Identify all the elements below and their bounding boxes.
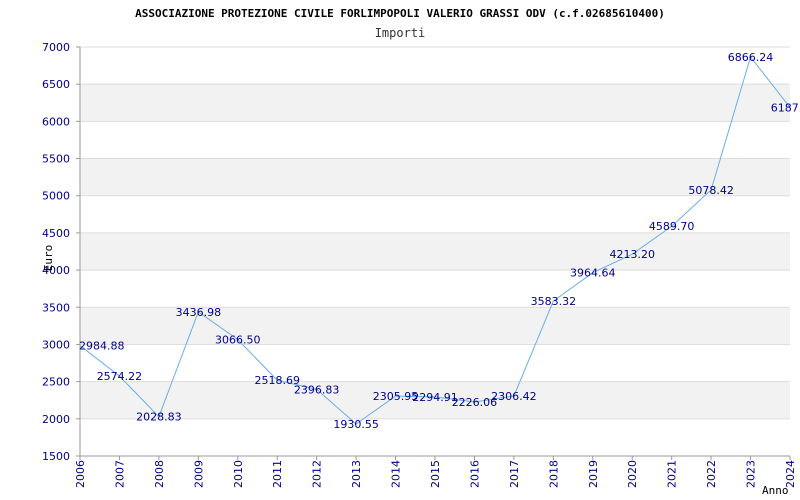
y-tick-label: 4500: [42, 227, 70, 240]
chart-subtitle: Importi: [375, 26, 426, 40]
x-tick-label: 2019: [587, 460, 600, 488]
x-tick-label: 2020: [626, 460, 639, 488]
x-tick-label: 2015: [429, 460, 442, 488]
data-label: 2574.22: [97, 370, 143, 383]
y-tick-label: 1500: [42, 450, 70, 463]
data-label: 2306.42: [491, 390, 537, 403]
x-tick-label: 2018: [547, 460, 560, 488]
grid-band: [80, 232, 790, 271]
x-tick-label: 2021: [666, 460, 679, 488]
x-tick-label: 2016: [468, 460, 481, 488]
y-tick-label: 2500: [42, 376, 70, 389]
data-label: 6187.0: [771, 101, 800, 114]
y-tick-label: 7000: [42, 41, 70, 54]
data-label: 4589.70: [649, 220, 695, 233]
x-tick-label: 2012: [311, 460, 324, 488]
y-tick-label: 3000: [42, 338, 70, 351]
data-label: 4213.20: [609, 248, 655, 261]
x-axis-label: Anno: [762, 484, 789, 497]
x-tick-label: 2017: [508, 460, 521, 488]
y-tick-label: 5000: [42, 190, 70, 203]
data-label: 3066.50: [215, 334, 261, 347]
data-label: 3964.64: [570, 267, 616, 280]
y-axis-label: Euro: [42, 245, 55, 272]
data-label: 5078.42: [688, 184, 734, 197]
y-tick-label: 5500: [42, 153, 70, 166]
y-tick-label: 6000: [42, 115, 70, 128]
x-tick-label: 2023: [745, 460, 758, 488]
x-tick-label: 2006: [74, 460, 87, 488]
x-tick-label: 2010: [232, 460, 245, 488]
grid-band: [80, 84, 790, 122]
x-tick-label: 2008: [153, 460, 166, 488]
data-label: 2396.83: [294, 383, 340, 396]
x-axis-ticks: 2006 2007 2008 2009 2010 2011 2012 2013 2014 2015…: [74, 456, 797, 488]
y-tick-label: 3500: [42, 301, 70, 314]
data-label: 2984.88: [79, 340, 125, 353]
x-tick-label: 2011: [271, 460, 284, 488]
grid-band: [80, 158, 790, 196]
data-label: 3436.98: [176, 306, 222, 319]
y-tick-label: 2000: [42, 413, 70, 426]
data-label: 6866.24: [728, 51, 774, 64]
x-tick-label: 2007: [113, 460, 126, 488]
data-label: 1930.55: [333, 418, 379, 431]
x-tick-label: 2014: [390, 460, 403, 488]
x-tick-label: 2009: [192, 460, 205, 488]
chart-title: ASSOCIAZIONE PROTEZIONE CIVILE FORLIMPOP…: [135, 7, 665, 20]
grid-bands: [80, 84, 790, 419]
y-tick-label: 6500: [42, 78, 70, 91]
data-label: 3583.32: [531, 295, 577, 308]
x-tick-label: 2013: [350, 460, 363, 488]
x-tick-label: 2022: [705, 460, 718, 488]
data-label: 2028.83: [136, 411, 182, 424]
line-chart: ASSOCIAZIONE PROTEZIONE CIVILE FORLIMPOP…: [42, 7, 800, 497]
